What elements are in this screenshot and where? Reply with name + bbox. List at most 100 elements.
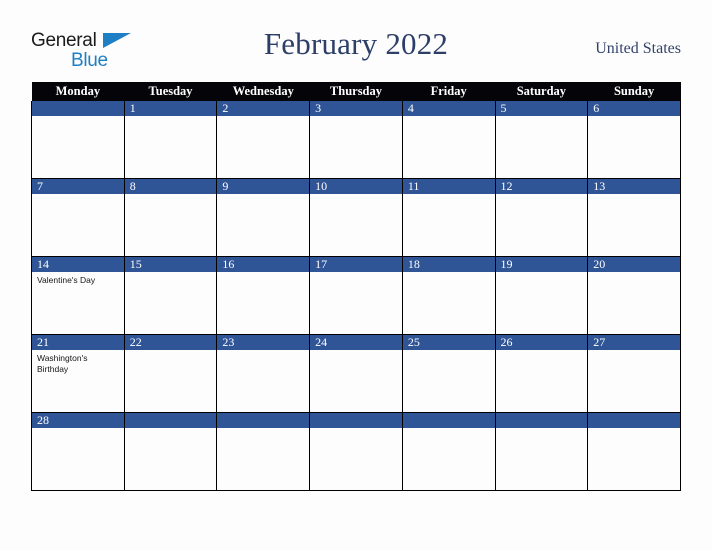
day-events	[310, 116, 402, 119]
calendar-day-cell[interactable]	[123, 412, 218, 491]
day-number	[124, 413, 217, 428]
day-number: 16	[217, 257, 310, 272]
calendar-day-cell[interactable]: 13	[587, 178, 681, 257]
day-events	[496, 428, 588, 431]
day-number	[495, 413, 588, 428]
calendar-day-cell[interactable]	[31, 101, 125, 179]
calendar-body: 1 2 3 4 5 6 7 8 9 10 11 12 13 14 Valentine's Day 15 16 17…	[31, 101, 681, 491]
day-number: 8	[124, 179, 217, 194]
calendar-day-cell[interactable]: 17	[309, 256, 403, 335]
day-events	[217, 194, 309, 197]
day-events	[588, 116, 680, 119]
calendar-day-cell[interactable]	[587, 412, 681, 491]
calendar-day-cell[interactable]	[494, 412, 589, 491]
weekday-header-monday: Monday	[31, 82, 125, 101]
day-events	[588, 350, 680, 353]
day-number: 6	[588, 101, 680, 116]
day-number: 26	[495, 335, 588, 350]
calendar-day-cell[interactable]: 14 Valentine's Day	[31, 256, 125, 335]
calendar-day-cell[interactable]	[401, 412, 496, 491]
calendar-day-cell[interactable]: 24	[309, 334, 403, 413]
holiday-label: Washington's Birthday	[37, 353, 88, 374]
calendar-day-cell[interactable]: 11	[401, 178, 496, 257]
day-number: 27	[588, 335, 680, 350]
day-events	[125, 116, 217, 119]
calendar-day-cell[interactable]: 19	[494, 256, 589, 335]
day-number: 20	[588, 257, 680, 272]
day-number: 4	[402, 101, 495, 116]
calendar-day-cell[interactable]: 1	[123, 101, 218, 179]
calendar-week-row: 14 Valentine's Day 15 16 17 18 19 20	[31, 256, 681, 335]
day-number: 22	[124, 335, 217, 350]
weekday-header-wednesday: Wednesday	[216, 82, 310, 101]
day-events	[310, 194, 402, 197]
calendar-day-cell[interactable]: 20	[587, 256, 681, 335]
calendar-day-cell[interactable]: 4	[401, 101, 496, 179]
day-number: 21	[32, 335, 124, 350]
day-number: 24	[310, 335, 402, 350]
page-title: February 2022	[263, 26, 449, 61]
calendar-day-cell[interactable]: 15	[123, 256, 218, 335]
day-events	[217, 272, 309, 275]
day-events	[403, 194, 495, 197]
weekday-header-thursday: Thursday	[309, 82, 403, 101]
day-number: 17	[310, 257, 402, 272]
day-number	[217, 413, 310, 428]
weekday-header-row: Monday Tuesday Wednesday Thursday Friday…	[31, 82, 681, 101]
calendar-day-cell[interactable]: 22	[123, 334, 218, 413]
calendar-day-cell[interactable]	[309, 412, 403, 491]
day-events	[588, 194, 680, 197]
calendar-day-cell[interactable]: 9	[216, 178, 311, 257]
calendar-day-cell[interactable]: 23	[216, 334, 311, 413]
calendar-day-cell[interactable]: 21 Washington's Birthday	[31, 334, 125, 413]
calendar-week-row: 7 8 9 10 11 12 13	[31, 178, 681, 257]
calendar-day-cell[interactable]: 3	[309, 101, 403, 179]
day-events	[403, 428, 495, 431]
day-events	[125, 194, 217, 197]
calendar-page: General Blue February 2022 United States…	[0, 0, 712, 550]
day-events	[125, 428, 217, 431]
calendar-day-cell[interactable]: 28	[31, 412, 125, 491]
day-number: 25	[402, 335, 495, 350]
calendar-day-cell[interactable]: 18	[401, 256, 496, 335]
day-events: Valentine's Day	[32, 272, 124, 286]
day-number: 13	[588, 179, 680, 194]
calendar-day-cell[interactable]: 27	[587, 334, 681, 413]
calendar-day-cell[interactable]: 5	[494, 101, 589, 179]
day-number	[32, 101, 124, 116]
calendar-day-cell[interactable]: 10	[309, 178, 403, 257]
day-number: 7	[32, 179, 124, 194]
day-events	[32, 116, 124, 119]
weekday-header-friday: Friday	[402, 82, 496, 101]
day-events	[496, 194, 588, 197]
calendar-day-cell[interactable]: 12	[494, 178, 589, 257]
calendar-day-cell[interactable]: 6	[587, 101, 681, 179]
day-number: 11	[402, 179, 495, 194]
calendar-table: Monday Tuesday Wednesday Thursday Friday…	[31, 82, 681, 491]
day-events	[403, 350, 495, 353]
day-events	[125, 272, 217, 275]
day-number: 14	[32, 257, 124, 272]
day-events	[217, 116, 309, 119]
calendar-day-cell[interactable]	[216, 412, 311, 491]
calendar-day-cell[interactable]: 25	[401, 334, 496, 413]
day-number	[402, 413, 495, 428]
day-events: Washington's Birthday	[32, 350, 124, 374]
day-number: 12	[495, 179, 588, 194]
day-events	[32, 428, 124, 431]
day-number: 9	[217, 179, 310, 194]
calendar-day-cell[interactable]: 8	[123, 178, 218, 257]
calendar-day-cell[interactable]: 2	[216, 101, 311, 179]
day-events	[496, 116, 588, 119]
calendar-day-cell[interactable]: 16	[216, 256, 311, 335]
calendar-week-row: 123456	[31, 101, 681, 179]
day-events	[403, 116, 495, 119]
day-number: 23	[217, 335, 310, 350]
day-events	[496, 272, 588, 275]
day-events	[125, 350, 217, 353]
calendar-day-cell[interactable]: 7	[31, 178, 125, 257]
day-events	[217, 350, 309, 353]
day-number: 19	[495, 257, 588, 272]
weekday-header-sunday: Sunday	[587, 82, 681, 101]
calendar-day-cell[interactable]: 26	[494, 334, 589, 413]
